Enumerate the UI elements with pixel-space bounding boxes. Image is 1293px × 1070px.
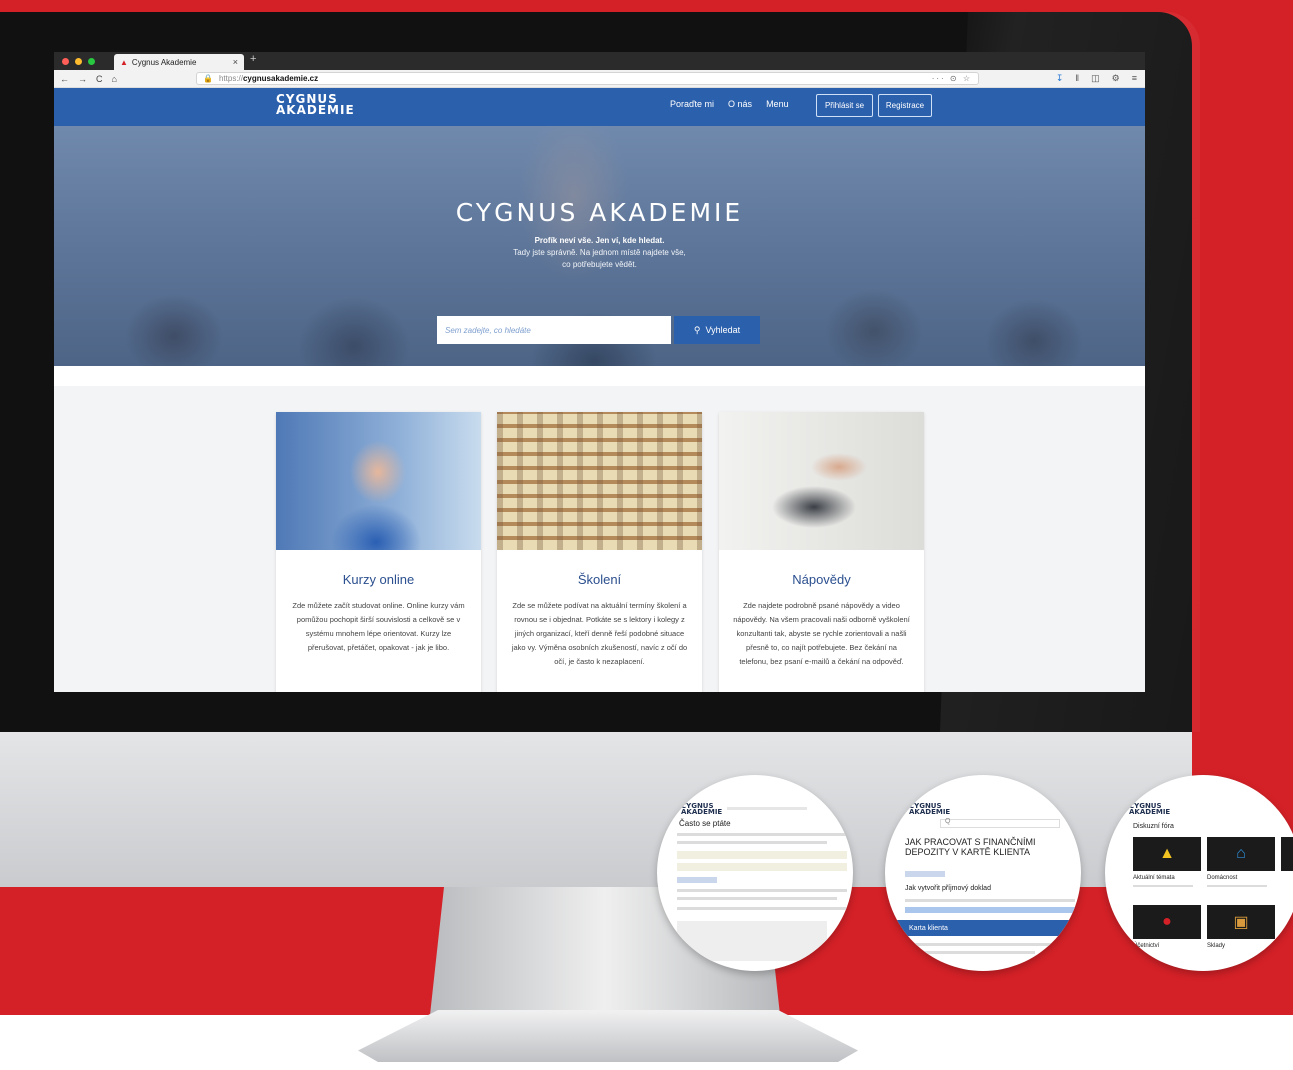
forward-button[interactable]: →: [78, 74, 87, 84]
preview-line: [677, 851, 847, 859]
menu-item-o-nas[interactable]: O nás: [728, 99, 752, 109]
browser-tab[interactable]: ▲ Cygnus Akademie ×: [114, 54, 244, 70]
content-section: Kurzy online Zde můžete začít studovat o…: [54, 386, 1145, 692]
preview-heading: Diskuzní fóra: [1133, 823, 1174, 830]
search-button[interactable]: ⚲ Vyhledat: [674, 316, 760, 344]
reload-button[interactable]: C: [96, 74, 103, 84]
preview-label: Účetnictví: [1133, 943, 1160, 949]
search-icon: ⚲: [693, 324, 701, 335]
search-button-label: Vyhledat: [705, 325, 741, 335]
classroom-photo: [497, 412, 702, 550]
download-icon[interactable]: ↧: [1056, 73, 1064, 84]
browser-toolbar: ← → C ⌂ 🔒 https://cygnusakademie.cz ··· …: [54, 70, 1145, 88]
preview-line: [905, 899, 1075, 902]
browser-screen: ▲ Cygnus Akademie × + ← → C ⌂ 🔒 https://…: [54, 52, 1145, 692]
url-host: cygnusakademie.cz: [242, 74, 319, 83]
preview-karta-bar: Karta klienta: [897, 920, 1077, 936]
preview-line: [1133, 885, 1193, 887]
preview-label: Sklady: [1207, 943, 1226, 949]
browser-titlebar: ▲ Cygnus Akademie × +: [54, 52, 1145, 70]
page-actions[interactable]: ··· ⊙ ☆: [932, 74, 972, 83]
preview-heading: Často se ptáte: [679, 819, 731, 828]
new-tab-button[interactable]: +: [250, 53, 256, 65]
preview-circle-forum: CYGNUS AKADEMIE Diskuzní fóra ▲ ⌂ Aktuál…: [1105, 775, 1293, 971]
monitor-stand-base: [358, 1010, 858, 1062]
card-kurzy-online[interactable]: Kurzy online Zde můžete začít studovat o…: [276, 412, 481, 692]
preview-search-icon: Q: [945, 818, 951, 825]
close-window-button[interactable]: [62, 57, 69, 65]
site-logo[interactable]: CYGNUS AKADEMIE: [276, 93, 355, 117]
card-title: Nápovědy: [792, 572, 851, 587]
preview-logo: CYGNUS AKADEMIE: [681, 802, 723, 816]
library-icon[interactable]: ‖: [1075, 73, 1079, 84]
register-button[interactable]: Registrace: [878, 94, 932, 117]
menu-item-menu[interactable]: Menu: [766, 99, 789, 109]
forum-tile: [1281, 837, 1293, 871]
logo-line-2: AKADEMIE: [276, 103, 355, 117]
menu-item-poradte-mi[interactable]: Poraďte mi: [670, 99, 714, 109]
preview-line: [905, 951, 1035, 954]
main-menu: Poraďte mi O nás Menu: [670, 99, 789, 109]
preview-label: Aktuální témata: [1133, 875, 1175, 881]
home-button[interactable]: ⌂: [112, 74, 117, 84]
site-header: CYGNUS AKADEMIE Poraďte mi O nás Menu Př…: [54, 88, 1145, 126]
window-controls: [62, 57, 95, 65]
warning-icon: ▲: [1133, 837, 1201, 871]
house-icon: ⌂: [1207, 837, 1275, 871]
hero-subtitle-line-2: co potřebujete vědět.: [562, 260, 637, 269]
preview-article-title: JAK PRACOVAT S FINANČNÍMI DEPOZITY V KAR…: [905, 837, 1036, 857]
preview-line: [677, 897, 837, 900]
minimize-window-button[interactable]: [75, 57, 82, 65]
sidebar-icon[interactable]: ◫: [1091, 73, 1100, 84]
preview-nav-line: [727, 807, 807, 810]
toolbar-icons: ↧ ‖ ◫ ⚙ ≡: [1056, 73, 1137, 84]
preview-logo: CYGNUS AKADEMIE: [1129, 802, 1171, 816]
hero-title: CYGNUS AKADEMIE: [455, 198, 744, 227]
card-text: Zde najdete podrobně psané nápovědy a vi…: [733, 601, 910, 666]
card-skoleni[interactable]: Školení Zde se můžete podívat na aktuáln…: [497, 412, 702, 692]
lecturer-photo: [276, 412, 481, 550]
back-button[interactable]: ←: [60, 74, 69, 84]
preview-circle-help: CYGNUS AKADEMIE Q JAK PRACOVAT S FINANČN…: [885, 775, 1081, 971]
card-napovedy[interactable]: Nápovědy Zde najdete podrobně psané nápo…: [719, 412, 924, 692]
preview-line: [677, 863, 847, 871]
hero-subtitle-line-1: Tady jste správně. Na jednom místě najde…: [513, 248, 686, 257]
extension-icon[interactable]: ⚙: [1112, 73, 1120, 84]
tab-title: Cygnus Akademie: [131, 57, 197, 67]
hero-banner: CYGNUS AKADEMIE Profík neví vše. Jen ví,…: [54, 126, 1145, 366]
preview-circle-faq: CYGNUS AKADEMIE Často se ptáte: [657, 775, 853, 971]
preview-line: [677, 833, 847, 836]
preview-label: Domácnost: [1207, 875, 1238, 881]
preview-line: [1207, 885, 1267, 887]
preview-line: [677, 889, 847, 892]
card-title: Školení: [577, 572, 622, 587]
preview-line: [905, 943, 1055, 946]
lock-icon: 🔒: [203, 74, 213, 83]
basket-icon: ▣: [1207, 905, 1275, 939]
card-text: Zde můžete začít studovat online. Online…: [292, 601, 465, 652]
address-bar[interactable]: 🔒 https://cygnusakademie.cz ··· ⊙ ☆: [196, 72, 979, 85]
hero-tagline: Profík neví vše. Jen ví, kde hledat.: [534, 236, 665, 245]
login-button[interactable]: Přihlásit se: [816, 94, 873, 117]
preview-line: [905, 907, 1075, 913]
hamburger-menu-icon[interactable]: ≡: [1132, 73, 1137, 84]
search-input[interactable]: [437, 316, 671, 344]
preview-subheading: Jak vytvořit příjmový doklad: [905, 885, 991, 892]
maximize-window-button[interactable]: [88, 57, 95, 65]
preview-logo: CYGNUS AKADEMIE: [909, 802, 951, 816]
preview-table: [677, 921, 827, 961]
preview-line: [677, 907, 847, 910]
preview-search: [940, 819, 1060, 828]
card-text: Zde se můžete podívat na aktuální termín…: [511, 601, 688, 666]
preview-line: [677, 841, 827, 844]
favicon-icon: ▲: [120, 57, 128, 67]
card-title: Kurzy online: [342, 572, 415, 587]
tab-close-icon[interactable]: ×: [233, 57, 238, 67]
people-icon: ●: [1133, 905, 1201, 939]
preview-line: [905, 871, 945, 877]
laptop-photo: [719, 412, 924, 550]
url-scheme: https://: [218, 74, 243, 83]
preview-line: [677, 877, 717, 883]
